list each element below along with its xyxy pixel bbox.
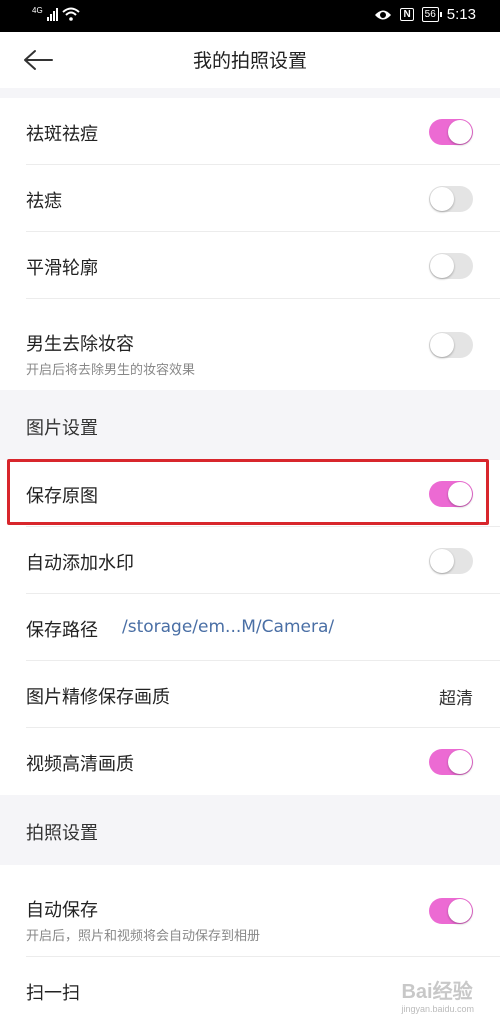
network-type: 4G	[32, 6, 43, 15]
smooth-contour-toggle[interactable]	[429, 253, 473, 279]
setting-sublabel: 开启后，照片和视频将会自动保存到相册	[26, 929, 261, 944]
baidu-watermark: Bai经验 jingyan.baidu.com	[401, 975, 474, 1014]
male-makeup-removal-toggle[interactable]	[429, 332, 473, 358]
eye-icon	[375, 10, 392, 19]
setting-label: 视频高清画质	[26, 754, 134, 775]
setting-label: 平滑轮廓	[26, 258, 98, 279]
save-path-value[interactable]: /storage/em...M/Camera/	[122, 617, 334, 637]
highlight-box	[7, 459, 489, 525]
setting-row-auto-save[interactable]: 自动保存 开启后，照片和视频将会自动保存到相册	[0, 865, 500, 957]
status-right: N 56 5:13	[374, 6, 476, 23]
watermark-url: jingyan.baidu.com	[401, 1004, 474, 1014]
setting-sublabel: 开启后将去除男生的妆容效果	[26, 363, 196, 378]
section-title: 拍照设置	[26, 823, 98, 844]
section-gap	[0, 88, 500, 98]
setting-row-spot-removal[interactable]: 祛斑祛痘	[0, 98, 500, 165]
setting-label: 祛斑祛痘	[26, 124, 98, 145]
setting-label: 自动保存	[26, 900, 98, 921]
section-header-camera: 拍照设置	[0, 795, 500, 865]
clock: 5:13	[446, 6, 476, 23]
setting-label: 扫一扫	[26, 983, 80, 1004]
setting-label: 自动添加水印	[26, 553, 134, 574]
spot-removal-toggle[interactable]	[429, 119, 473, 145]
retouch-quality-value[interactable]: 超清	[439, 684, 473, 709]
page-title: 我的拍照设置	[192, 50, 307, 72]
setting-row-auto-watermark[interactable]: 自动添加水印	[0, 527, 500, 594]
hd-video-toggle[interactable]	[429, 749, 473, 775]
setting-row-mole-removal[interactable]: 祛痣	[0, 165, 500, 232]
status-bar: 4G N 56 5:13	[0, 0, 500, 32]
setting-row-retouch-quality[interactable]: 图片精修保存画质 超清	[0, 661, 500, 728]
signal-icon	[46, 7, 58, 21]
nfc-icon: N	[400, 8, 414, 21]
auto-save-toggle[interactable]	[429, 898, 473, 924]
section-title: 图片设置	[26, 418, 98, 439]
setting-label: 图片精修保存画质	[26, 687, 170, 708]
setting-label: 男生去除妆容	[26, 334, 134, 355]
auto-watermark-toggle[interactable]	[429, 548, 473, 574]
signal-group: 4G	[32, 7, 80, 21]
setting-row-save-path[interactable]: 保存路径 /storage/em...M/Camera/	[0, 594, 500, 661]
setting-row-male-makeup-removal[interactable]: 男生去除妆容 开启后将去除男生的妆容效果	[0, 299, 500, 390]
setting-label: 保存路径	[26, 620, 98, 641]
setting-row-smooth-contour[interactable]: 平滑轮廓	[0, 232, 500, 299]
mole-removal-toggle[interactable]	[429, 186, 473, 212]
title-bar: 我的拍照设置	[0, 32, 500, 88]
setting-label: 祛痣	[26, 191, 62, 212]
section-header-picture: 图片设置	[0, 390, 500, 460]
watermark-brand: Bai经验	[401, 981, 473, 1003]
setting-row-hd-video[interactable]: 视频高清画质	[0, 728, 500, 795]
battery-icon: 56	[421, 7, 442, 22]
wifi-icon	[62, 7, 80, 21]
